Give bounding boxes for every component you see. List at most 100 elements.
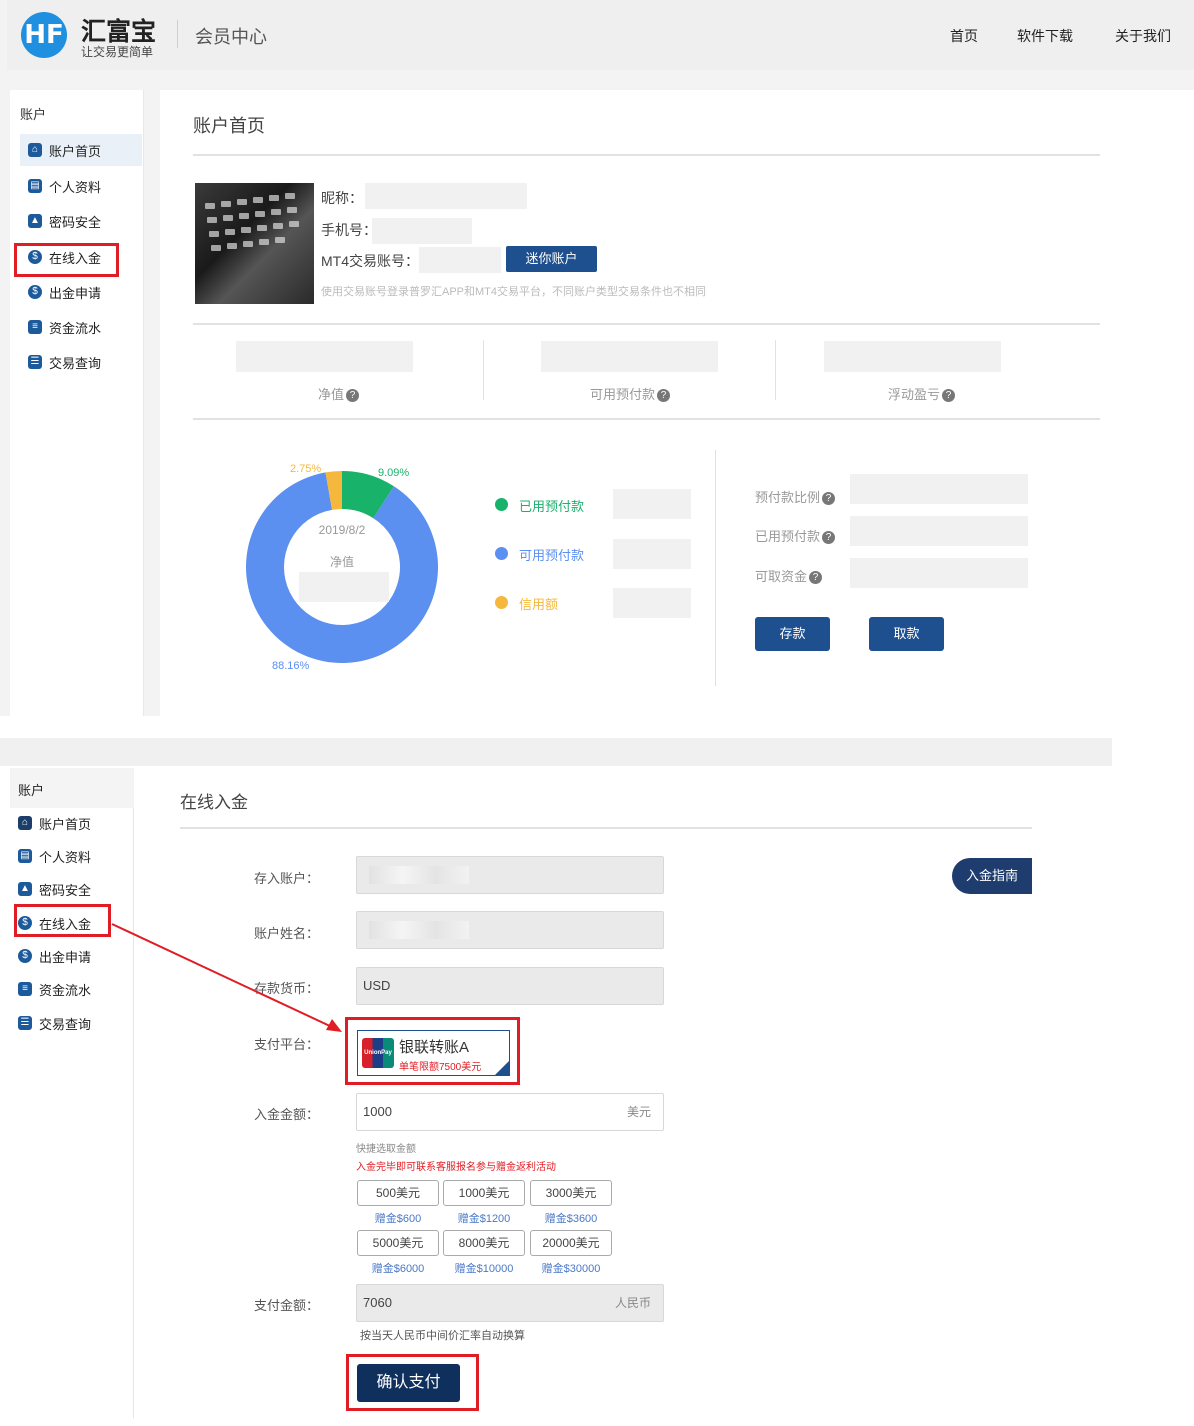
sidebar: 账户 ⌂ 账户首页 ▤ 个人资料 ▲ 密码安全 $ 在线入金 $ 出金申请 ≡ 资金流水 ☰… [10, 768, 134, 1418]
quick-amount-8000-button[interactable]: 8000美元 [443, 1230, 525, 1256]
deposit-guide-button[interactable]: 入金指南 [952, 858, 1032, 894]
withdrawable-value [850, 558, 1028, 588]
chart-center-label: 净值 [330, 554, 354, 569]
nav-home-link[interactable]: 首页 [950, 26, 978, 46]
sidebar-item-label: 出金申请 [39, 949, 92, 965]
sidebar-item-withdraw[interactable]: $ 出金申请 [18, 942, 91, 970]
sidebar-item-label: 密码安全 [39, 882, 92, 898]
withdraw-icon: $ [28, 285, 42, 299]
fund-flow-icon: ≡ [18, 982, 32, 996]
account-name-label: 账户姓名： [254, 926, 320, 941]
fund-flow-icon: ≡ [28, 320, 42, 334]
help-icon[interactable]: ? [657, 389, 671, 403]
used-margin-label: 已用预付款? [755, 526, 836, 545]
deposit-account-field [356, 856, 664, 894]
floating-pl-label: 浮动盈亏? [888, 384, 956, 403]
account-name-field [356, 911, 664, 949]
help-icon[interactable]: ? [822, 492, 836, 506]
exchange-rate-note: 按当天人民币中间价汇率自动换算 [360, 1330, 525, 1342]
sidebar-item-password[interactable]: ▲ 密码安全 [18, 875, 91, 903]
withdrawable-label: 可取资金? [755, 566, 823, 585]
phone-label: 手机号： [321, 222, 377, 238]
account-hint: 使用交易账号登录普罗汇APP和MT4交易平台，不同账户类型交易条件也不相同 [321, 286, 707, 298]
account-home-screenshot: HF 汇富宝 让交易更简单 会员中心 首页 软件下载 关于我们 账户 ⌂ 账户首页… [0, 0, 1194, 716]
legend-credit: 信用额 [519, 597, 559, 612]
home-icon: ⌂ [18, 816, 32, 830]
divider [193, 323, 1100, 325]
quick-amount-3000-button[interactable]: 3000美元 [530, 1180, 612, 1206]
withdraw-icon: $ [18, 949, 32, 963]
sidebar-item-label: 交易查询 [39, 1016, 92, 1032]
quick-amount-1000-button[interactable]: 1000美元 [443, 1180, 525, 1206]
legend-used-margin: 已用预付款 [519, 499, 585, 514]
trade-query-icon: ☰ [28, 355, 42, 369]
pay-amount-label: 支付金额： [254, 1298, 320, 1313]
sidebar-item-trade-query[interactable]: ☰ 交易查询 [20, 346, 142, 378]
highlight-online-deposit [14, 243, 119, 277]
phone-value [372, 218, 472, 244]
mini-account-button[interactable]: 迷你账户 [506, 246, 597, 272]
blurred-value [369, 921, 469, 939]
used-margin-right-value [850, 516, 1028, 546]
bonus-label: 赠金$3600 [544, 1213, 598, 1225]
quick-amount-5000-button[interactable]: 5000美元 [357, 1230, 439, 1256]
sidebar-item-label: 资金流水 [49, 320, 102, 336]
help-icon[interactable]: ? [346, 389, 360, 403]
available-margin-figure [541, 341, 718, 372]
page-title: 在线入金 [180, 793, 248, 812]
net-value-label: 净值? [318, 384, 360, 403]
avatar [195, 183, 314, 304]
brand-logo-icon[interactable]: HF [21, 12, 67, 58]
deposit-amount-input[interactable]: 1000 美元 [356, 1093, 664, 1131]
nickname-label: 昵称： [321, 190, 363, 206]
sidebar-item-label: 密码安全 [49, 214, 102, 230]
withdraw-button[interactable]: 取款 [869, 617, 944, 651]
bonus-label: 赠金$10000 [454, 1263, 514, 1275]
sidebar-item-account-home[interactable]: ⌂ 账户首页 [18, 809, 91, 837]
quick-amount-20000-button[interactable]: 20000美元 [530, 1230, 612, 1256]
divider [483, 340, 484, 400]
amount-unit: 美元 [626, 1105, 651, 1119]
pay-amount-field: 7060 人民币 [356, 1284, 664, 1322]
page-title: 账户首页 [193, 116, 265, 136]
sidebar-item-account-home[interactable]: ⌂ 账户首页 [20, 134, 142, 166]
sidebar-item-profile[interactable]: ▤ 个人资料 [18, 842, 91, 870]
nav-download-link[interactable]: 软件下载 [1017, 26, 1073, 46]
sidebar-item-label: 账户首页 [39, 816, 92, 832]
nav-about-link[interactable]: 关于我们 [1115, 26, 1171, 46]
sidebar-item-withdraw[interactable]: $ 出金申请 [20, 276, 142, 308]
chart-center-value [299, 572, 389, 602]
legend-dot-available-margin [495, 547, 508, 560]
platform-label: 支付平台： [254, 1037, 320, 1052]
sidebar-item-label: 出金申请 [49, 285, 102, 301]
legend-available-margin: 可用预付款 [519, 548, 585, 563]
available-margin-value [613, 539, 691, 569]
sidebar-item-profile[interactable]: ▤ 个人资料 [20, 170, 142, 202]
sidebar-item-label: 个人资料 [39, 849, 92, 865]
sidebar: 账户 ⌂ 账户首页 ▤ 个人资料 ▲ 密码安全 $ 在线入金 $ 出金申请 ≡ 资金流水 ☰… [10, 90, 144, 716]
highlight-confirm-button [346, 1354, 479, 1411]
bonus-label: 赠金$6000 [371, 1263, 425, 1275]
quick-amount-500-button[interactable]: 500美元 [357, 1180, 439, 1206]
bonus-label: 赠金$600 [374, 1213, 422, 1225]
net-value-figure [236, 341, 413, 372]
id-card-icon: ▤ [28, 179, 42, 193]
home-icon: ⌂ [28, 143, 42, 157]
sidebar-item-fund-flow[interactable]: ≡ 资金流水 [20, 311, 142, 343]
help-icon[interactable]: ? [809, 571, 823, 585]
slice-label-credit: 2.75% [290, 463, 321, 475]
brand-slogan: 让交易更简单 [81, 45, 154, 59]
deposit-button[interactable]: 存款 [755, 617, 830, 651]
slice-label-available-margin: 88.16% [272, 660, 310, 672]
currency-label: 存款货币： [254, 981, 320, 996]
sidebar-item-trade-query[interactable]: ☰ 交易查询 [18, 1009, 91, 1037]
divider [715, 450, 716, 686]
sidebar-item-password[interactable]: ▲ 密码安全 [20, 205, 142, 237]
help-icon[interactable]: ? [942, 389, 956, 403]
slice-label-used-margin: 9.09% [378, 467, 409, 479]
divider [180, 827, 1032, 829]
deposit-account-label: 存入账户： [254, 871, 320, 886]
sidebar-item-fund-flow[interactable]: ≡ 资金流水 [18, 975, 91, 1003]
help-icon[interactable]: ? [822, 531, 836, 545]
header-divider [177, 20, 178, 48]
